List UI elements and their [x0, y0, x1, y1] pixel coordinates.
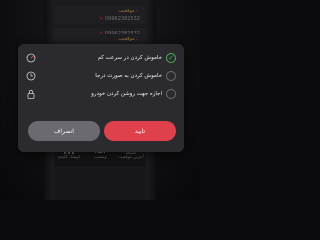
- option-low-speed-shutdown[interactable]: ✓ خاموش کردن در سرعت کم: [98, 50, 176, 66]
- empty-circle-icon[interactable]: [166, 89, 176, 99]
- lock-icon: [26, 89, 36, 99]
- option-label: اجازه جهت روشن کردن خودرو: [91, 91, 162, 97]
- speedometer-icon: [26, 53, 36, 63]
- cancel-button[interactable]: انصراف: [28, 121, 100, 141]
- confirm-button[interactable]: تایید: [104, 121, 176, 141]
- empty-circle-icon[interactable]: [166, 71, 176, 81]
- clock-icon: [26, 71, 36, 81]
- options-dialog: ✓ خاموش کردن در سرعت کم خاموش کردن به صو…: [18, 44, 184, 152]
- option-instant-shutdown[interactable]: خاموش کردن به صورت درجا: [95, 68, 176, 84]
- option-allow-start[interactable]: اجازه جهت روشن کردن خودرو: [91, 86, 176, 102]
- option-label: خاموش کردن به صورت درجا: [95, 73, 162, 79]
- check-icon[interactable]: ✓: [166, 53, 176, 63]
- option-label: خاموش کردن در سرعت کم: [97, 55, 162, 61]
